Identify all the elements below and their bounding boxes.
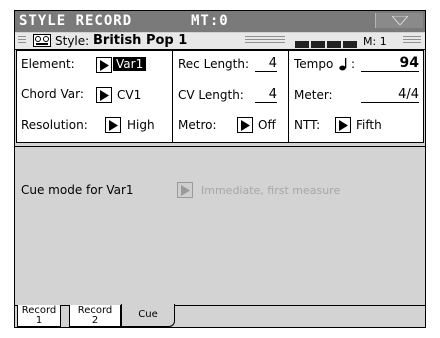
ntt-label: NTT: [294,118,321,132]
page-menu-button[interactable] [375,13,423,28]
metro-label: Metro: [178,118,217,132]
metro-value[interactable]: Off [258,118,276,132]
triangle-down-icon [392,16,408,25]
triangle-right-icon [181,185,190,196]
grip-icon [18,36,26,45]
triangle-right-icon [339,120,348,131]
element-label: Element: [21,57,75,71]
tab-label: Cue [138,309,158,320]
style-record-window: STYLE RECORD MT:0 Style: British Pop 1 M… [14,10,426,328]
grip-icon [403,36,421,45]
measure-counter: M: 1 [363,35,387,48]
rec-length-value[interactable]: 4 [255,56,277,72]
multitrack-indicator: MT:0 [191,13,229,29]
tab-label: 2 [91,315,99,326]
metro-popup-button[interactable] [237,117,253,133]
cue-mode-value: Immediate, first measure [201,184,341,197]
triangle-right-icon [241,120,250,131]
tab-record-1[interactable]: Record 1 [17,305,61,327]
resolution-label: Resolution: [21,118,88,132]
title-bar: STYLE RECORD MT:0 [15,11,425,32]
cv-length-value[interactable]: 4 [255,87,277,103]
cv-length-label: CV Length: [178,88,244,102]
ntt-popup-button[interactable] [335,117,351,133]
rec-length-label: Rec Length: [178,57,250,71]
tab-label: 1 [35,315,43,326]
meter-value[interactable]: 4/4 [361,87,419,103]
page-title: STYLE RECORD [19,13,133,29]
tempo-colon: : [351,57,356,71]
quarter-note-icon [339,58,347,71]
chord-var-popup-button[interactable] [96,87,112,103]
chord-var-label: Chord Var: [21,87,84,101]
measure-blocks [295,37,359,51]
style-info-bar: Style: British Pop 1 M: 1 [15,33,425,50]
meter-label: Meter: [294,88,333,102]
tape-icon [33,34,51,47]
triangle-right-icon [109,120,118,131]
style-name: British Pop 1 [93,33,188,48]
divider [15,146,425,147]
triangle-right-icon [100,60,109,71]
cue-mode-label: Cue mode for Var1 [21,183,134,197]
resolution-popup-button[interactable] [105,117,121,133]
triangle-right-icon [100,90,109,101]
tempo-value[interactable]: 94 [361,55,419,72]
chord-var-value[interactable]: CV1 [117,88,141,102]
tab-cue[interactable]: Cue [121,304,175,327]
ntt-value[interactable]: Fifth [356,118,382,132]
style-label: Style: [55,34,90,48]
cue-mode-popup-button [177,182,193,198]
cue-page: Cue mode for Var1 Immediate, first measu… [15,153,425,303]
element-popup-button[interactable] [96,57,112,73]
parameter-grid: Element: Var1 Chord Var: CV1 Resolution:… [16,50,424,143]
page-tabs: Record 1 Record 2 Cue [15,304,425,327]
tempo-label: Tempo [294,57,334,71]
grip-icon [245,36,285,45]
tab-record-2[interactable]: Record 2 [69,305,121,327]
resolution-value[interactable]: High [127,118,155,132]
element-value[interactable]: Var1 [113,57,147,71]
